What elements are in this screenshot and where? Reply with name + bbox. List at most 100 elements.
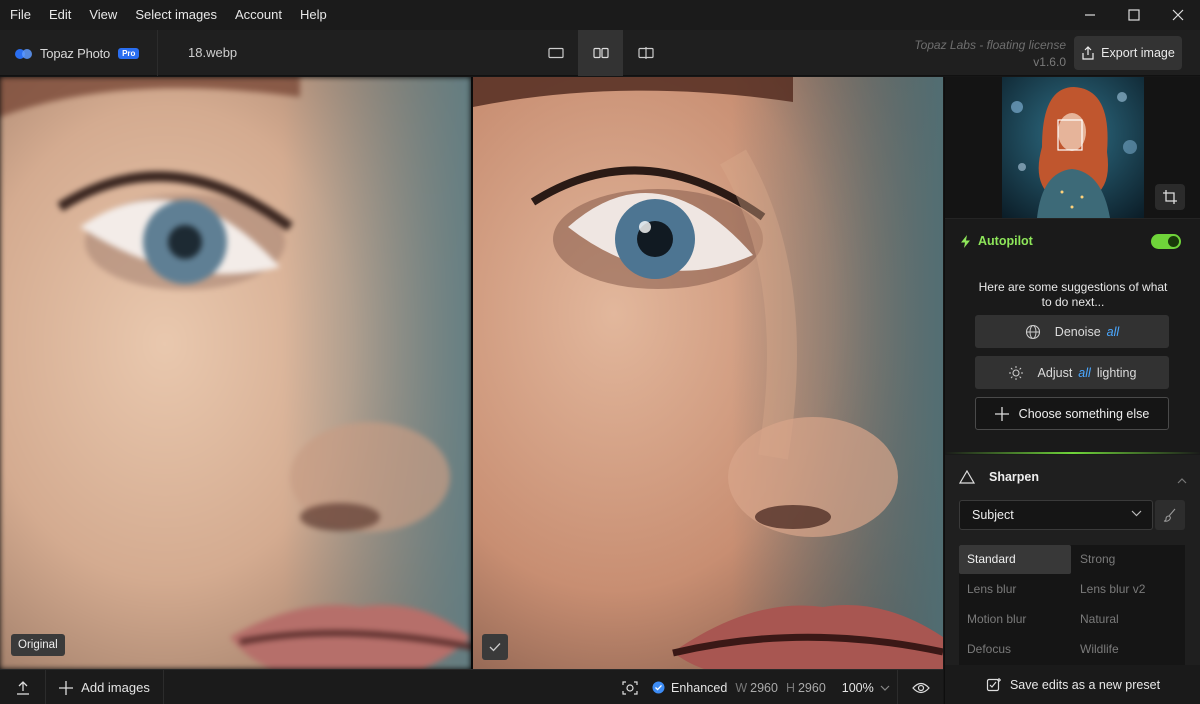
denoise-suggestion-button[interactable]: Denoise all bbox=[975, 315, 1169, 348]
export-image-button[interactable]: Export image bbox=[1074, 36, 1182, 70]
navigator-thumbnail[interactable] bbox=[1002, 77, 1144, 218]
width-label: W bbox=[735, 680, 748, 695]
license-info: Topaz Labs - floating license v1.6.0 bbox=[914, 37, 1066, 71]
camera-frame-icon bbox=[622, 680, 638, 695]
maximize-icon bbox=[1128, 9, 1140, 21]
close-button[interactable] bbox=[1156, 0, 1200, 30]
chevron-up-icon bbox=[1177, 478, 1187, 484]
version-text: v1.6.0 bbox=[1033, 55, 1066, 69]
minimize-button[interactable] bbox=[1068, 0, 1112, 30]
sharpen-header[interactable]: Sharpen bbox=[959, 470, 1039, 484]
enhanced-check-button[interactable] bbox=[482, 634, 508, 660]
menu-help[interactable]: Help bbox=[291, 0, 336, 30]
add-images-button[interactable]: Add images bbox=[46, 670, 164, 704]
autopilot-accent-line bbox=[945, 452, 1200, 454]
model-motion-blur[interactable]: Motion blur bbox=[959, 605, 1071, 634]
sharpen-collapse-button[interactable] bbox=[1177, 471, 1187, 489]
adjust-label: Adjust bbox=[1037, 365, 1073, 380]
adjust-lighting-suggestion-button[interactable]: Adjust all lighting bbox=[975, 356, 1169, 389]
light-bulb-icon bbox=[1008, 365, 1023, 380]
menu-select-images[interactable]: Select images bbox=[126, 0, 226, 30]
suggestions-text: Here are some suggestions of what to do … bbox=[978, 280, 1168, 309]
split-view-icon bbox=[637, 47, 654, 59]
mask-brush-button[interactable] bbox=[1155, 500, 1185, 530]
checkmark-circle-icon bbox=[652, 681, 665, 694]
subject-value: Subject bbox=[972, 508, 1014, 522]
topaz-photo-window: File Edit View Select images Account Hel… bbox=[0, 0, 1200, 704]
brand: Topaz Photo Pro bbox=[0, 30, 158, 76]
crop-button[interactable] bbox=[1155, 184, 1185, 210]
file-name: 18.webp bbox=[188, 45, 238, 60]
width-value: 2960 bbox=[750, 680, 778, 695]
model-standard[interactable]: Standard bbox=[959, 545, 1071, 574]
side-by-side-icon bbox=[592, 47, 609, 59]
chevron-down-icon bbox=[880, 685, 890, 691]
autopilot-toggle[interactable] bbox=[1151, 234, 1181, 249]
enhanced-status: Enhanced bbox=[652, 681, 727, 695]
menu-edit[interactable]: Edit bbox=[40, 0, 80, 30]
model-wildlife[interactable]: Wildlife bbox=[1072, 635, 1184, 664]
image-canvas[interactable]: Original bbox=[0, 77, 943, 669]
enhanced-face-image bbox=[473, 77, 943, 669]
menu-file[interactable]: File bbox=[0, 0, 40, 30]
height-value: 2960 bbox=[797, 680, 826, 695]
plus-icon bbox=[994, 406, 1009, 421]
sharpen-title: Sharpen bbox=[989, 470, 1040, 484]
eye-icon bbox=[911, 682, 930, 693]
enhanced-label: Enhanced bbox=[671, 680, 728, 695]
model-lens-blur[interactable]: Lens blur bbox=[959, 575, 1071, 604]
view-mode-group bbox=[533, 30, 668, 76]
plus-icon bbox=[59, 680, 74, 695]
model-strong[interactable]: Strong bbox=[1072, 545, 1184, 574]
globe-icon bbox=[1025, 324, 1040, 339]
split-view-button[interactable] bbox=[623, 30, 668, 76]
topaz-logo-icon bbox=[14, 47, 34, 59]
menubar: File Edit View Select images Account Hel… bbox=[0, 0, 1200, 30]
model-natural[interactable]: Natural bbox=[1072, 605, 1184, 634]
triangle-icon bbox=[959, 470, 975, 484]
original-label: Original bbox=[11, 634, 65, 656]
minimize-icon bbox=[1085, 14, 1095, 16]
screenshot-button[interactable] bbox=[618, 680, 642, 695]
subject-select[interactable]: Subject bbox=[959, 500, 1153, 530]
autopilot-section: Autopilot Here are some suggestions of w… bbox=[945, 218, 1200, 454]
preset-save-icon bbox=[986, 677, 1001, 691]
save-preset-button[interactable]: Save edits as a new preset bbox=[945, 665, 1200, 704]
maximize-button[interactable] bbox=[1112, 0, 1156, 30]
autopilot-title: Autopilot bbox=[978, 234, 1033, 248]
export-label: Export image bbox=[1101, 46, 1175, 60]
model-lens-blur-v2[interactable]: Lens blur v2 bbox=[1072, 575, 1184, 604]
navigator bbox=[945, 77, 1200, 218]
adjust-suffix: lighting bbox=[1096, 365, 1137, 380]
adjust-scope: all bbox=[1078, 365, 1091, 380]
single-view-icon bbox=[547, 47, 564, 59]
choose-label: Choose something else bbox=[1018, 406, 1150, 421]
denoise-label: Denoise bbox=[1054, 324, 1101, 339]
close-icon bbox=[1172, 9, 1184, 21]
pro-badge: Pro bbox=[118, 47, 140, 59]
menu-account[interactable]: Account bbox=[226, 0, 291, 30]
add-images-label: Add images bbox=[81, 680, 150, 695]
export-icon bbox=[1082, 46, 1094, 60]
original-face-image bbox=[0, 77, 471, 669]
upload-button[interactable] bbox=[0, 670, 46, 704]
side-by-side-view-button[interactable] bbox=[578, 30, 623, 76]
brush-icon bbox=[1163, 508, 1176, 522]
crop-icon bbox=[1163, 190, 1177, 204]
original-preview[interactable] bbox=[0, 77, 471, 669]
zoom-select[interactable]: 100% bbox=[842, 681, 890, 695]
window-controls bbox=[1068, 0, 1200, 30]
single-view-button[interactable] bbox=[533, 30, 578, 76]
choose-something-else-button[interactable]: Choose something else bbox=[975, 397, 1169, 430]
check-icon bbox=[489, 643, 501, 652]
enhanced-preview[interactable] bbox=[473, 77, 943, 669]
preview-toggle-button[interactable] bbox=[897, 670, 943, 704]
lightning-icon bbox=[961, 234, 970, 248]
model-defocus[interactable]: Defocus bbox=[959, 635, 1071, 664]
height-label: H bbox=[785, 680, 795, 695]
license-text: Topaz Labs - floating license bbox=[914, 38, 1066, 52]
menu-view[interactable]: View bbox=[80, 0, 126, 30]
zoom-value: 100% bbox=[841, 680, 874, 695]
sharpen-section: Sharpen Subject Standard Strong Lens blu… bbox=[945, 455, 1200, 665]
save-preset-label: Save edits as a new preset bbox=[1009, 677, 1161, 692]
